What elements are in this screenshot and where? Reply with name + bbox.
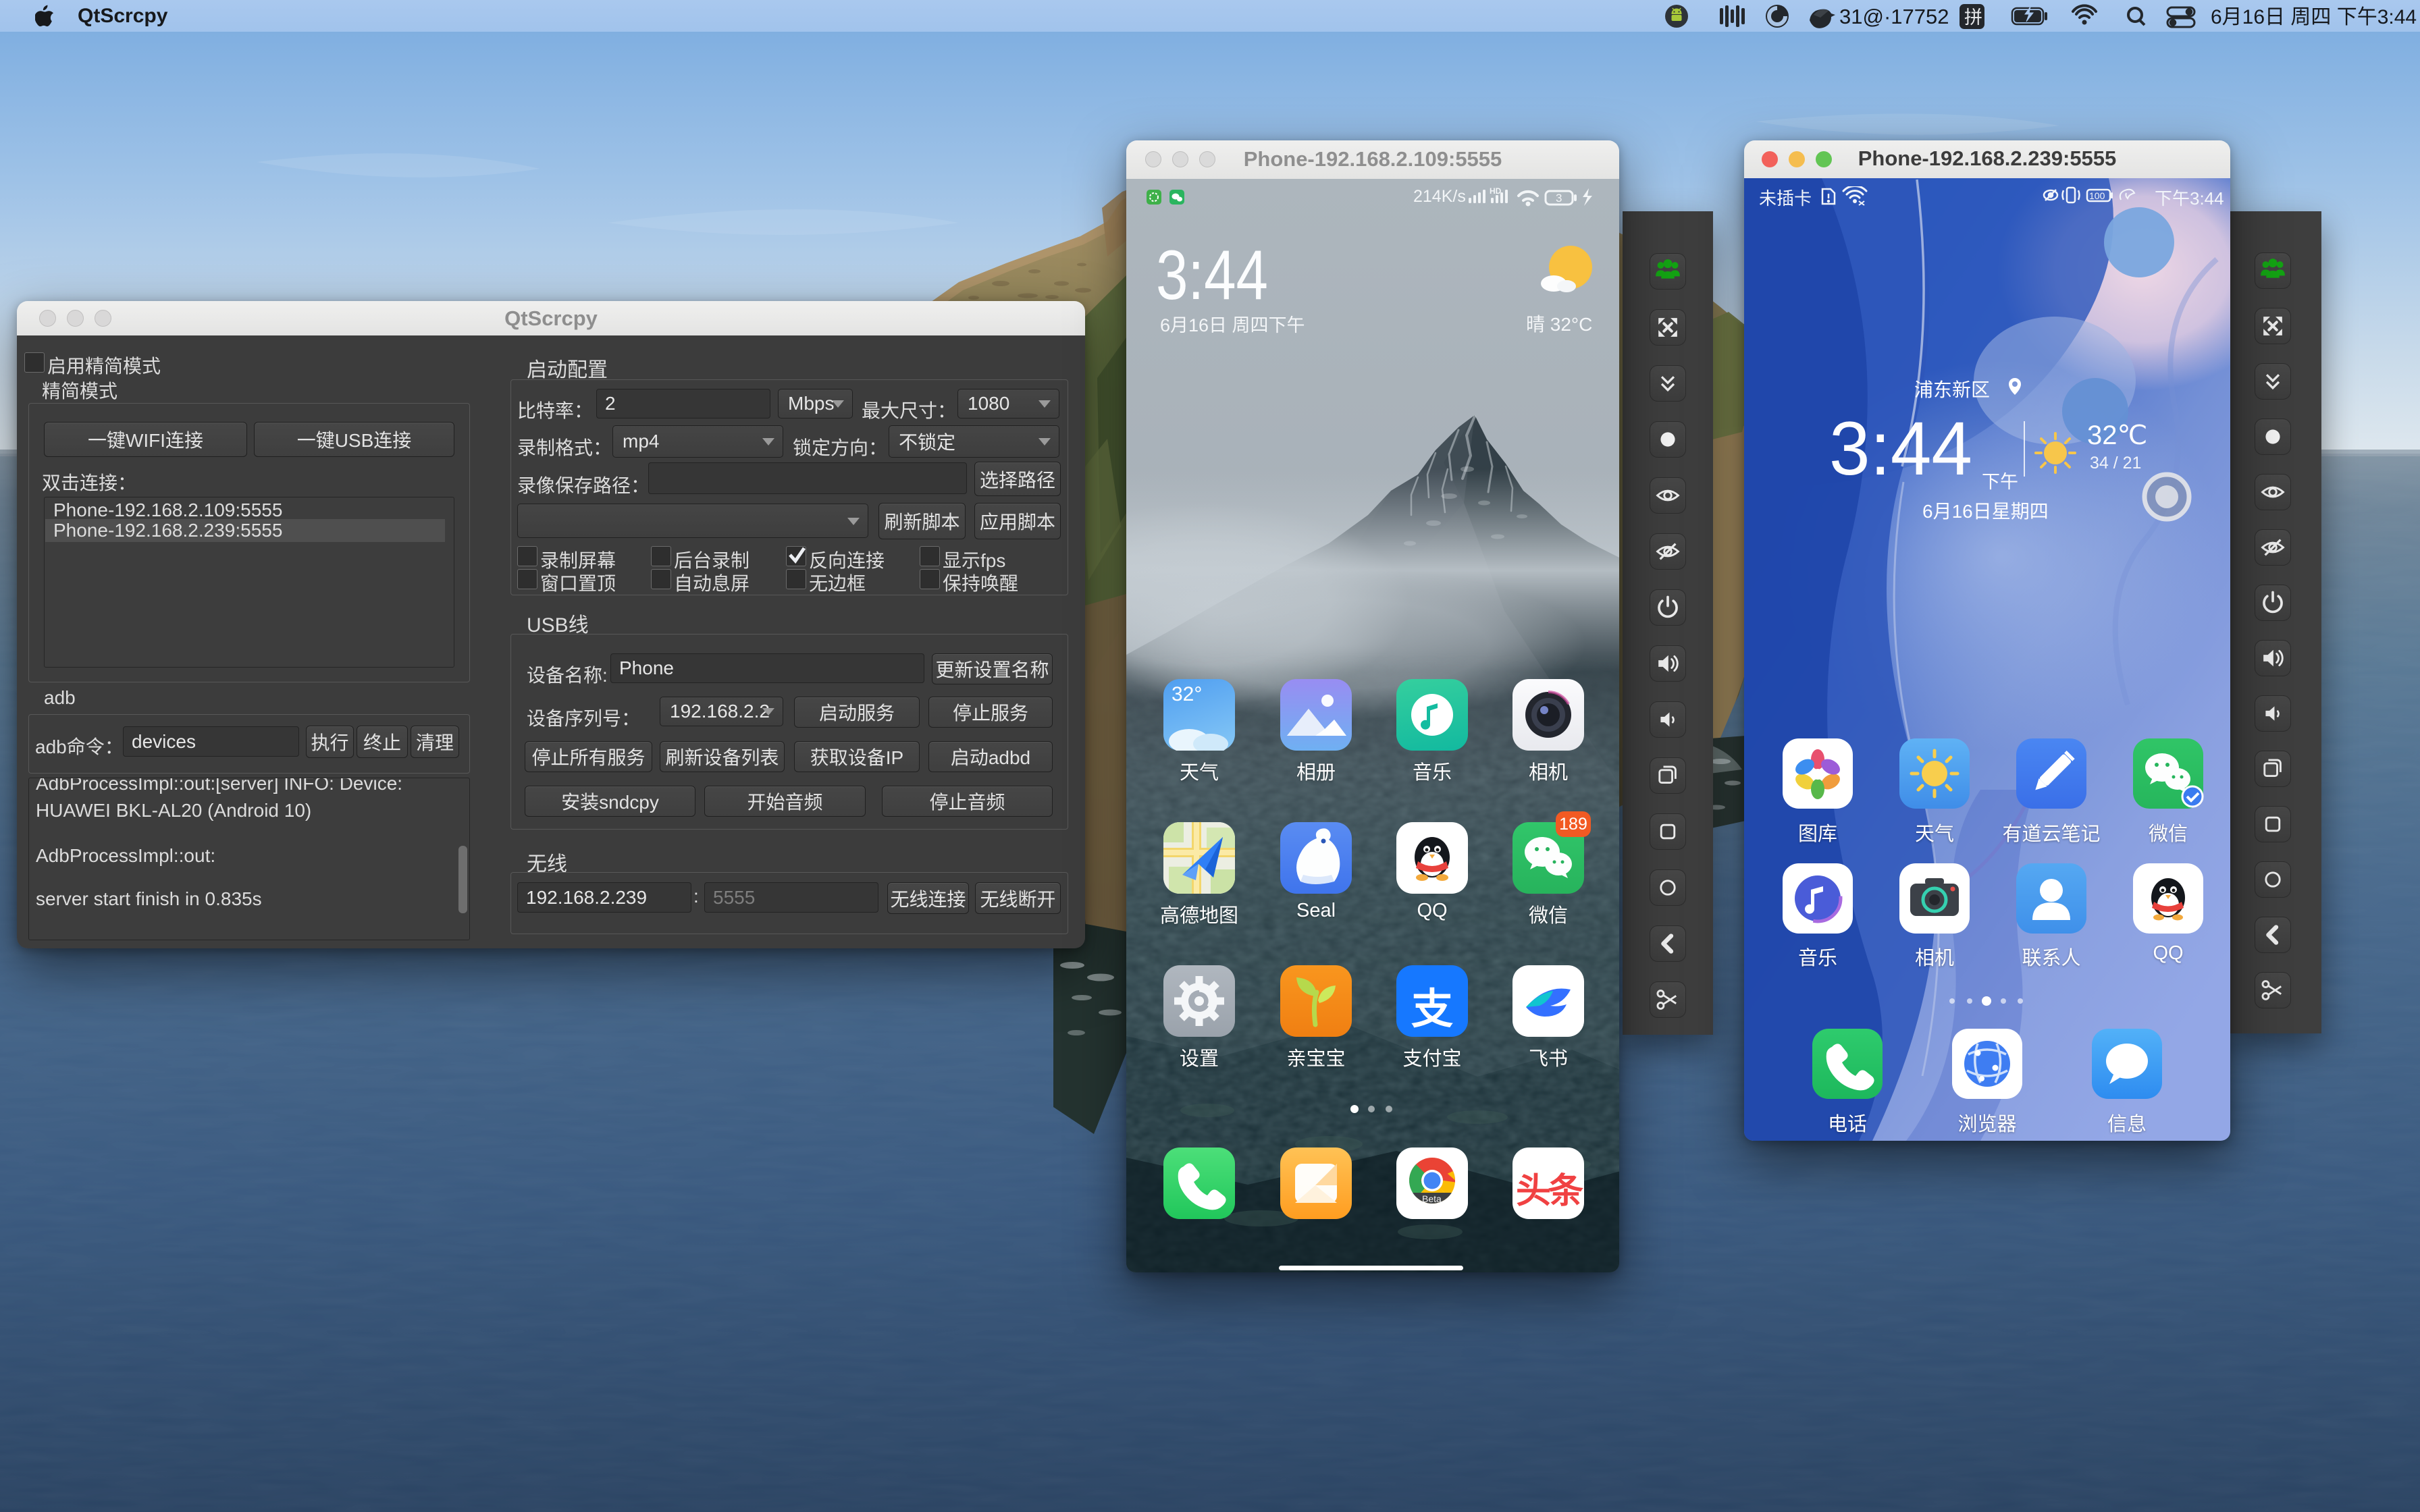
svg-text:3:44: 3:44 [1829,408,1972,489]
svg-text:214K/s: 214K/s [1413,187,1466,206]
svg-text:Beta: Beta [1422,1193,1442,1204]
svg-text:HD: HD [1490,186,1502,196]
svg-text:31@·17752: 31@·17752 [1839,5,1949,28]
svg-text:3:44: 3:44 [1156,237,1268,311]
svg-text:3: 3 [1556,192,1562,205]
svg-text:100: 100 [2089,190,2105,201]
svg-text:拼: 拼 [1964,7,1982,28]
svg-text:6月16日 周四 下午3:44: 6月16日 周四 下午3:44 [2211,6,2417,28]
